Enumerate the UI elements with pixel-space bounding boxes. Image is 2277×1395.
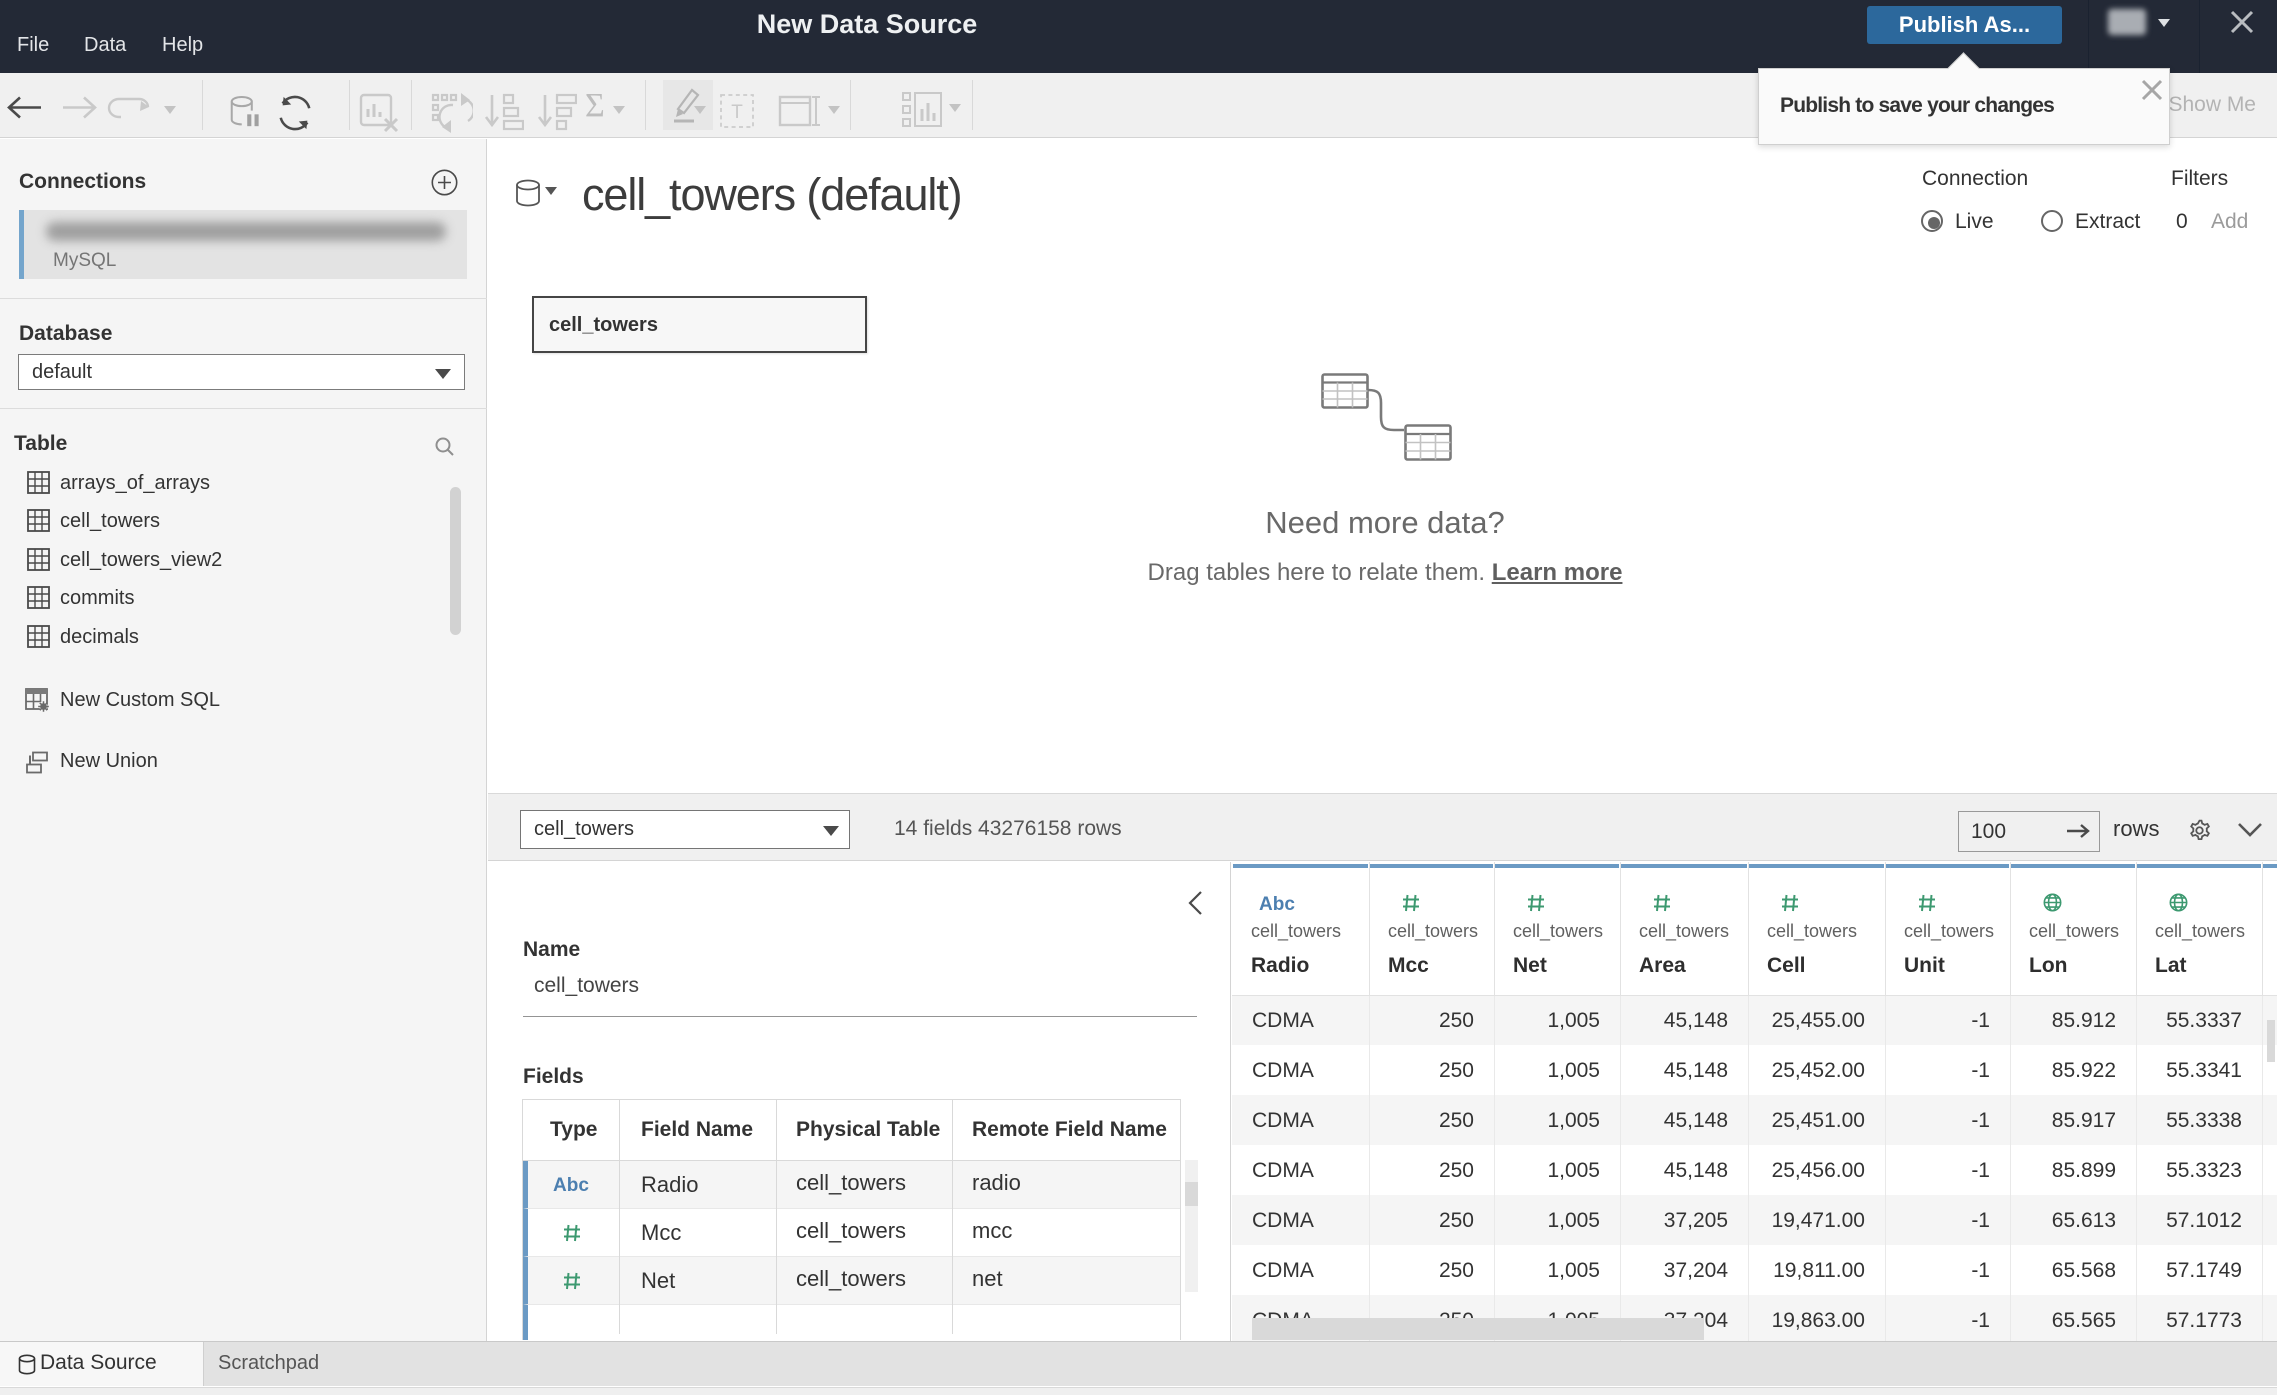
svg-text:T: T [731, 102, 743, 123]
